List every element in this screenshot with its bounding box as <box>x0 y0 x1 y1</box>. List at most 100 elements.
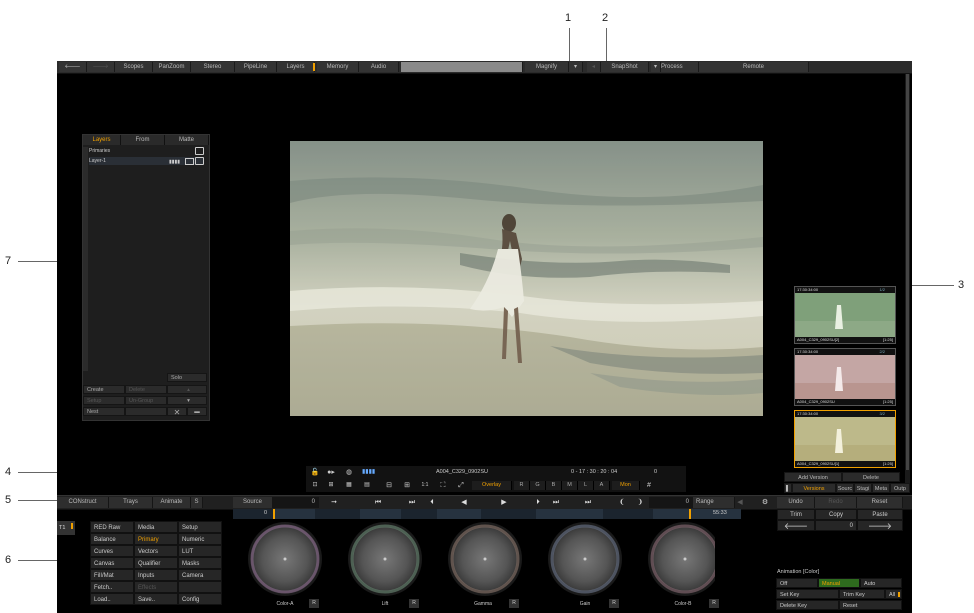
undo-button[interactable]: Undo <box>777 497 815 508</box>
wipe-icon[interactable]: ▤ <box>362 481 372 490</box>
tab-versions[interactable]: Versions <box>792 483 836 493</box>
ungroup-button[interactable]: Un-Group <box>125 396 167 405</box>
source-button[interactable]: Source <box>233 497 273 508</box>
step-back-icon[interactable]: ⏴ <box>425 497 439 508</box>
tab-staging[interactable]: Stagi <box>854 483 872 493</box>
wheel-reset-gamma[interactable]: R <box>509 599 519 608</box>
set-key-button[interactable]: Set Key <box>776 589 839 599</box>
menu-setup[interactable]: Setup <box>178 521 222 533</box>
tab-snapshot[interactable]: SnapShot <box>601 62 649 72</box>
layer-visibility-icon[interactable] <box>195 147 204 155</box>
menu-balance[interactable]: Balance <box>90 533 134 545</box>
layer-down-icon[interactable]: ▾ <box>167 396 207 405</box>
mark-out-icon[interactable]: ❩ <box>635 497 645 508</box>
menu-fill-mat[interactable]: FilI/Mat <box>90 569 134 581</box>
timeline-strip[interactable]: 0 55:33 <box>233 509 741 519</box>
version-list-toggle[interactable]: ▌ <box>784 483 792 493</box>
menu-red-raw[interactable]: RED Raw <box>90 521 134 533</box>
monitor-button[interactable]: Mon <box>612 481 640 490</box>
menu-numeric[interactable]: Numeric <box>178 533 222 545</box>
trim-key-button[interactable]: Trim Key <box>839 589 885 599</box>
anim-auto-button[interactable]: Auto <box>860 578 902 588</box>
construct-button[interactable]: CONstruct <box>57 497 109 508</box>
snapshot-back-icon[interactable]: ◂ <box>587 62 601 72</box>
next-arrow-icon[interactable]: 🡒 <box>857 520 903 531</box>
step-forward-icon[interactable]: ⏵ <box>531 497 545 508</box>
lock-icon[interactable]: 🔓 <box>310 468 320 477</box>
layer-up-icon[interactable]: ▴ <box>167 385 207 394</box>
compare-icon[interactable]: ▦ <box>344 481 354 490</box>
menu-vectors[interactable]: Vectors <box>134 545 178 557</box>
channel-b-button[interactable]: B <box>546 481 562 490</box>
layer-row-layer-1[interactable]: Layer-1 ▮▮▮▮ <box>89 157 204 165</box>
go-end-icon[interactable]: ⏭ <box>581 497 595 508</box>
fit-icon[interactable]: ⊡ <box>310 481 320 490</box>
delete-version-button[interactable]: Delete <box>842 472 900 482</box>
back-arrow-icon[interactable]: 🡐 <box>59 62 87 72</box>
setup-button[interactable]: Setup <box>83 396 125 405</box>
menu-inputs[interactable]: Inputs <box>134 569 178 581</box>
mark-in-icon[interactable]: ❨ <box>617 497 627 508</box>
wheel-reset-color-b[interactable]: R <box>709 599 719 608</box>
all-button[interactable]: All <box>885 589 902 599</box>
menu-primary[interactable]: Primary <box>134 533 178 545</box>
tab-process[interactable]: Process <box>661 62 699 72</box>
source-value[interactable]: 0 <box>273 497 319 508</box>
settings-gear-icon[interactable]: ⚙ <box>759 497 771 508</box>
layer-mask-icon[interactable] <box>185 158 194 165</box>
tab-magnify[interactable]: Magnify <box>525 62 569 72</box>
redo-button[interactable]: Redo <box>815 497 857 508</box>
version-thumbnail-3[interactable]: 17:30:34:00 3/2 A004_C329_0902SU[1] [1:25] <box>794 410 896 468</box>
menu-canvas[interactable]: Canvas <box>90 557 134 569</box>
s-button[interactable]: S <box>191 497 203 508</box>
channel-l-button[interactable]: L <box>578 481 594 490</box>
grid-icon[interactable]: # <box>644 481 654 490</box>
tab-pipeline[interactable]: PipeLine <box>235 62 277 72</box>
prev-key-icon[interactable]: ⏭ <box>405 497 419 508</box>
version-thumbnail-1[interactable]: 17:30:34:00 1/2 A004_C329_0902SU[2] [1:25] <box>794 286 896 344</box>
menu-save[interactable]: Save.. <box>134 593 178 605</box>
wheel-reset-color-a[interactable]: R <box>309 599 319 608</box>
wheel-reset-lift[interactable]: R <box>409 599 419 608</box>
anim-off-button[interactable]: Off <box>776 578 818 588</box>
delete-key-button[interactable]: Delete Key <box>776 600 839 610</box>
close-icon[interactable]: ✕ <box>167 407 187 417</box>
tab-layers[interactable]: Layers <box>277 62 315 72</box>
menu-camera[interactable]: Camera <box>178 569 222 581</box>
layers-scrollbar[interactable] <box>83 147 88 371</box>
play-icon[interactable]: ▶ <box>497 497 511 508</box>
menu-load[interactable]: Load.. <box>90 593 134 605</box>
fullscreen-icon[interactable]: ⛶ <box>438 481 448 490</box>
zoom-in-icon[interactable]: ⊞ <box>402 481 412 490</box>
tab-output[interactable]: Outp <box>890 483 910 493</box>
menu-masks[interactable]: Masks <box>178 557 222 569</box>
trim-button[interactable]: Trim <box>777 509 815 520</box>
channel-m-button[interactable]: M <box>562 481 578 490</box>
prev-arrow-icon[interactable]: 🡐 <box>777 520 815 531</box>
menu-lut[interactable]: LUT <box>178 545 222 557</box>
menu-fetch[interactable]: Fetch.. <box>90 581 134 593</box>
channel-r-button[interactable]: R <box>514 481 530 490</box>
range-button[interactable]: Range <box>693 497 735 508</box>
nest-button[interactable]: Nest <box>83 407 125 416</box>
channel-g-button[interactable]: G <box>530 481 546 490</box>
diagonal-icon[interactable]: ⤢ <box>456 481 466 490</box>
layer-visibility-icon[interactable] <box>195 157 204 165</box>
tab-memory[interactable]: Memory <box>317 62 359 72</box>
wheel-reset-gain[interactable]: R <box>609 599 619 608</box>
version-thumbnail-2[interactable]: 17:30:34:00 2/2 A004_C329_0902SU [1:25] <box>794 348 896 406</box>
range-back-icon[interactable]: ◀ <box>735 497 745 508</box>
play-reverse-icon[interactable]: ◀ <box>457 497 471 508</box>
process-dropdown-icon[interactable]: ▾ <box>651 62 661 72</box>
tab-stereo[interactable]: Stereo <box>191 62 235 72</box>
one-to-one-icon[interactable]: 1:1 <box>420 481 430 490</box>
right-scrollbar[interactable] <box>905 74 910 484</box>
menu-config[interactable]: Config <box>178 593 222 605</box>
menu-curves[interactable]: Curves <box>90 545 134 557</box>
menu-qualifier[interactable]: Qualifier <box>134 557 178 569</box>
tab-from[interactable]: From <box>121 135 165 145</box>
add-version-button[interactable]: Add Version <box>784 472 842 482</box>
tab-remote[interactable]: Remote <box>699 62 809 72</box>
tab-layers-panel[interactable]: Layers <box>83 135 121 145</box>
copy-button[interactable]: Copy <box>815 509 857 520</box>
